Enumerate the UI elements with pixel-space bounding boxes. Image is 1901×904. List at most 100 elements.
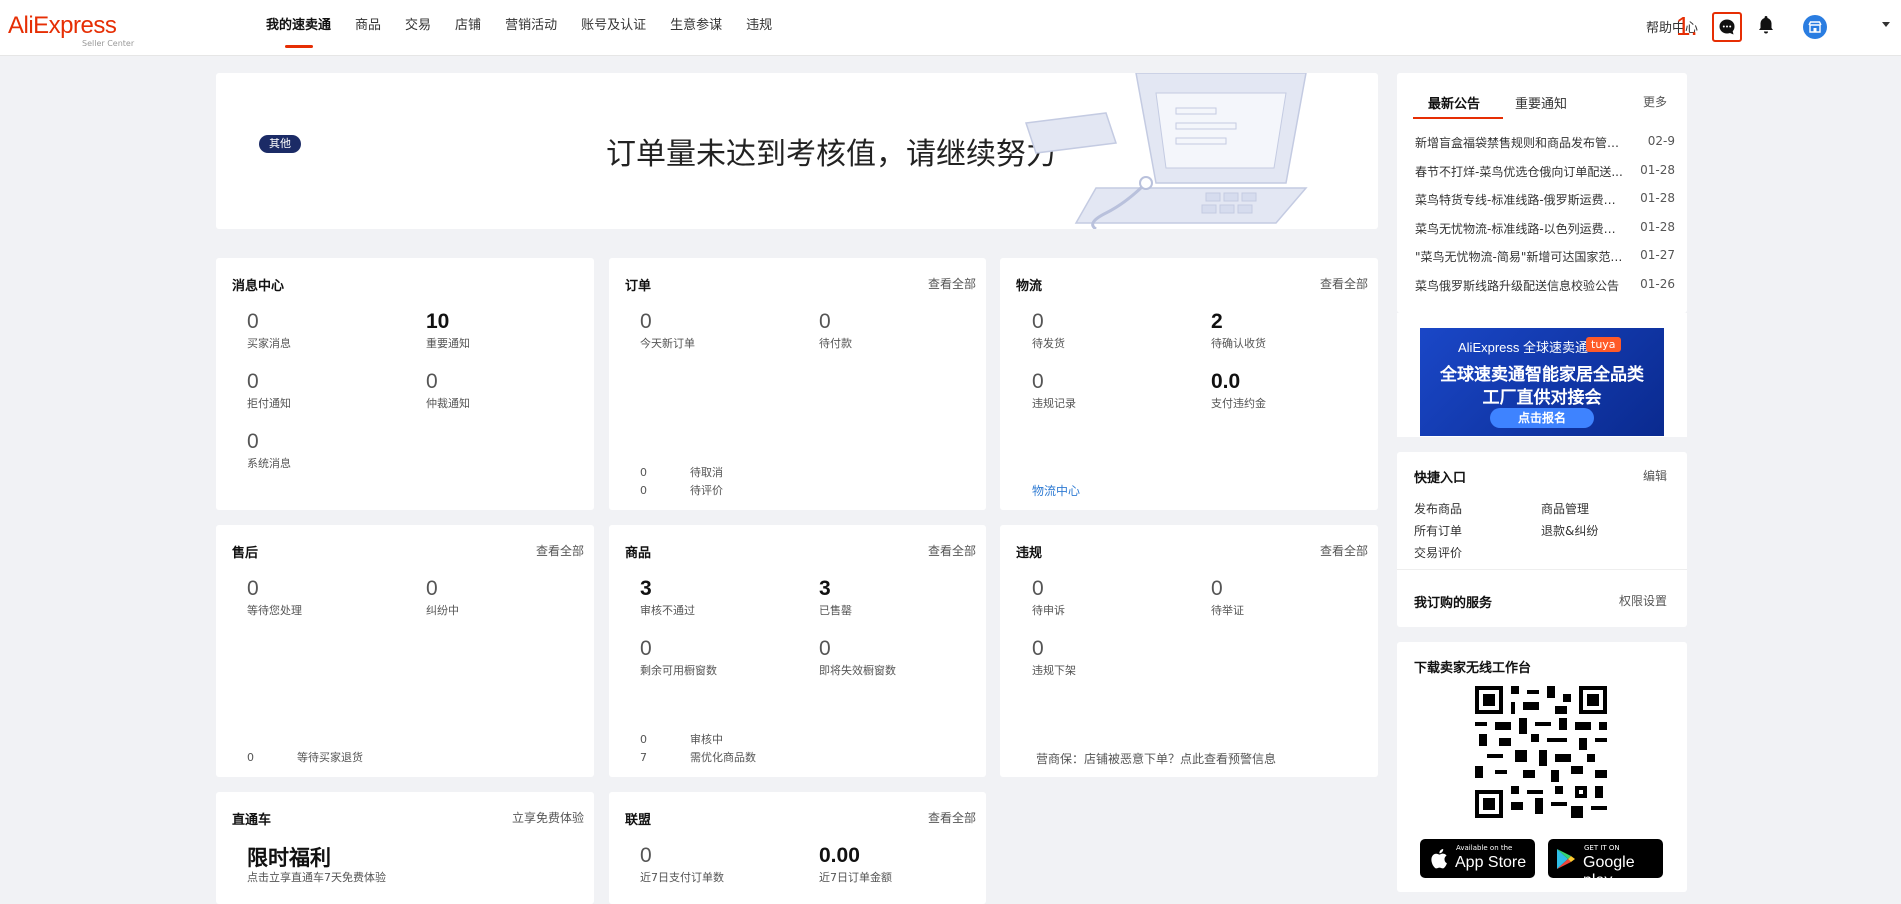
view-all-link[interactable]: 查看全部 [928,809,976,826]
card-title: 商品 [625,546,652,561]
more-link[interactable]: 更多 [1643,93,1667,110]
tab-important-notices[interactable]: 重要通知 [1515,93,1567,112]
stat-expiring-showcase[interactable]: 0 即将失效橱窗数 [819,637,896,678]
view-all-link[interactable]: 查看全部 [1320,542,1368,559]
view-all-link[interactable]: 查看全部 [928,542,976,559]
promo-ad-banner[interactable]: AliExpress 全球速卖通 tuya 全球速卖通智能家居全品类 工厂直供对… [1420,328,1664,436]
nav-store[interactable]: 店铺 [443,0,493,56]
ad-signup-button[interactable]: 点击报名 [1490,408,1594,428]
stat-label: 剩余可用橱窗数 [640,664,717,677]
promo-description[interactable]: 点击立享直通车7天免费体验 [247,871,397,885]
aliexpress-logo[interactable]: AliExpress Seller Center [8,12,134,48]
stat-new-orders-today[interactable]: 0 今天新订单 [640,310,695,351]
row-pending-review[interactable]: 0 待评价 [640,482,723,498]
row-pending-cancel[interactable]: 0 待取消 [640,464,723,480]
stat-value: 0 [819,637,831,660]
stat-buyer-messages[interactable]: 0 买家消息 [247,310,291,351]
announcement-item[interactable]: 春节不打烊-菜鸟优选仓俄向订单配送... 01-28 [1415,163,1675,180]
nav-my-aliexpress[interactable]: 我的速卖通 [254,0,343,56]
view-all-link[interactable]: 查看全部 [536,542,584,559]
announcement-item[interactable]: 菜鸟特货专线-标准线路-俄罗斯运费调... 01-28 [1415,191,1675,208]
nav-violations[interactable]: 违规 [734,0,784,56]
row-needs-optimization[interactable]: 7 需优化商品数 [640,749,756,765]
row-label: 待取消 [690,466,723,479]
view-all-link[interactable]: 查看全部 [928,275,976,292]
nav-products[interactable]: 商品 [343,0,393,56]
card-title: 售后 [232,546,259,561]
stat-chargeback-notices[interactable]: 0 拒付通知 [247,370,291,411]
stat-7day-paid-orders[interactable]: 0 近7日支付订单数 [640,844,724,885]
quick-link-all-orders[interactable]: 所有订单 [1414,522,1462,539]
logistics-card: 物流 查看全部 0 待发货 2 待确认收货 0 违规记录 0.0 支付违约金 物… [1000,258,1378,510]
stat-value: 10 [426,310,450,333]
products-card: 商品 查看全部 3 审核不通过 3 已售罄 0 剩余可用橱窗数 0 即将失效橱窗… [609,525,986,777]
stat-label: 违规记录 [1032,397,1076,410]
quick-link-product-management[interactable]: 商品管理 [1541,500,1589,517]
stat-awaiting-receipt[interactable]: 2 待确认收货 [1211,310,1266,351]
ad-brand-text: AliExpress 全球速卖通 [1458,340,1589,355]
account-dropdown-caret[interactable] [1882,22,1890,27]
laptop-illustration-icon [1024,73,1308,229]
stat-value: 0 [426,577,438,600]
card-title: 消息中心 [232,279,285,294]
stat-awaiting-your-action[interactable]: 0 等待您处理 [247,577,302,618]
stat-awaiting-shipment[interactable]: 0 待发货 [1032,310,1065,351]
nav-marketing[interactable]: 营销活动 [493,0,569,56]
announcement-date: 01-26 [1640,277,1675,291]
promo-headline[interactable]: 限时福利 [247,842,331,872]
message-center-card: 消息中心 0 买家消息 10 重要通知 0 拒付通知 0 仲裁通知 0 系统消息 [216,258,594,510]
stat-pending-evidence[interactable]: 0 待举证 [1211,577,1244,618]
stat-penalty-paid[interactable]: 0.0 支付违约金 [1211,370,1266,411]
nav-transactions[interactable]: 交易 [393,0,443,56]
notification-bell-icon[interactable] [1757,15,1775,38]
ad-subheadline: 工厂直供对接会 [1482,388,1602,408]
stat-sold-out[interactable]: 3 已售罄 [819,577,852,618]
nav-account[interactable]: 账号及认证 [569,0,658,56]
row-awaiting-buyer-return[interactable]: 0 等待买家退货 [247,749,363,765]
stat-system-messages[interactable]: 0 系统消息 [247,430,291,471]
logo-subtext: Seller Center [82,39,135,48]
row-under-review[interactable]: 0 审核中 [640,731,723,747]
top-navigation-bar: AliExpress Seller Center 我的速卖通 商品 交易 店铺 … [0,0,1901,56]
nav-business-advisor[interactable]: 生意参谋 [658,0,734,56]
download-title: 下载卖家无线工作台 [1414,661,1532,676]
app-store-button[interactable]: Available on the App Store [1420,839,1535,878]
affiliate-card: 联盟 查看全部 0 近7日支付订单数 0.00 近7日订单金额 [609,792,986,904]
free-trial-link[interactable]: 立享免费体验 [512,809,584,826]
stat-remaining-showcase[interactable]: 0 剩余可用橱窗数 [640,637,717,678]
message-button[interactable] [1712,12,1742,42]
logistics-center-link[interactable]: 物流中心 [1032,482,1080,499]
announcement-item[interactable]: "菜鸟无忧物流-简易"新增可达国家范围... 01-27 [1415,248,1675,265]
google-play-icon [1557,849,1575,869]
quick-link-publish-product[interactable]: 发布商品 [1414,500,1462,517]
appstore-label: App Store [1455,854,1527,871]
card-title: 联盟 [625,813,652,828]
stat-label: 待确认收货 [1211,337,1266,350]
view-all-link[interactable]: 查看全部 [1320,275,1368,292]
stat-pending-appeal[interactable]: 0 待申诉 [1032,577,1065,618]
subscribed-services-title: 我订购的服务 [1414,596,1493,611]
quick-link-refunds-disputes[interactable]: 退款&纠纷 [1541,522,1598,539]
quick-link-transaction-reviews[interactable]: 交易评价 [1414,544,1462,561]
stat-arbitration-notices[interactable]: 0 仲裁通知 [426,370,470,411]
edit-link[interactable]: 编辑 [1643,467,1667,484]
stat-violation-removed[interactable]: 0 违规下架 [1032,637,1076,678]
announcement-title: 新增盲盒福袋禁售规则和商品发布管理... [1415,136,1627,150]
stat-review-rejected[interactable]: 3 审核不通过 [640,577,695,618]
stat-7day-order-amount[interactable]: 0.00 近7日订单金额 [819,844,892,885]
announcement-item[interactable]: 菜鸟俄罗斯线路升级配送信息校验公告 01-26 [1415,277,1675,294]
stat-in-dispute[interactable]: 0 纠纷中 [426,577,459,618]
stat-awaiting-payment[interactable]: 0 待付款 [819,310,852,351]
tab-latest-announcements[interactable]: 最新公告 [1428,93,1480,112]
stat-violation-records[interactable]: 0 违规记录 [1032,370,1076,411]
risk-warning-link[interactable]: 营商保：店铺被恶意下单？点此查看预警信息 [1036,750,1276,767]
announcement-item[interactable]: 新增盲盒福袋禁售规则和商品发布管理... 02-9 [1415,134,1675,151]
permission-settings-link[interactable]: 权限设置 [1619,592,1667,609]
announcement-item[interactable]: 菜鸟无忧物流-标准线路-以色列运费调... 01-28 [1415,220,1675,237]
google-play-button[interactable]: GET IT ON Google play [1548,839,1663,889]
stat-important-notices[interactable]: 10 重要通知 [426,310,470,351]
main-nav: 我的速卖通 商品 交易 店铺 营销活动 账号及认证 生意参谋 违规 [254,0,784,56]
logo-text: AliExpress [8,12,117,39]
store-avatar[interactable] [1803,15,1827,39]
stat-value: 0 [1032,370,1044,393]
